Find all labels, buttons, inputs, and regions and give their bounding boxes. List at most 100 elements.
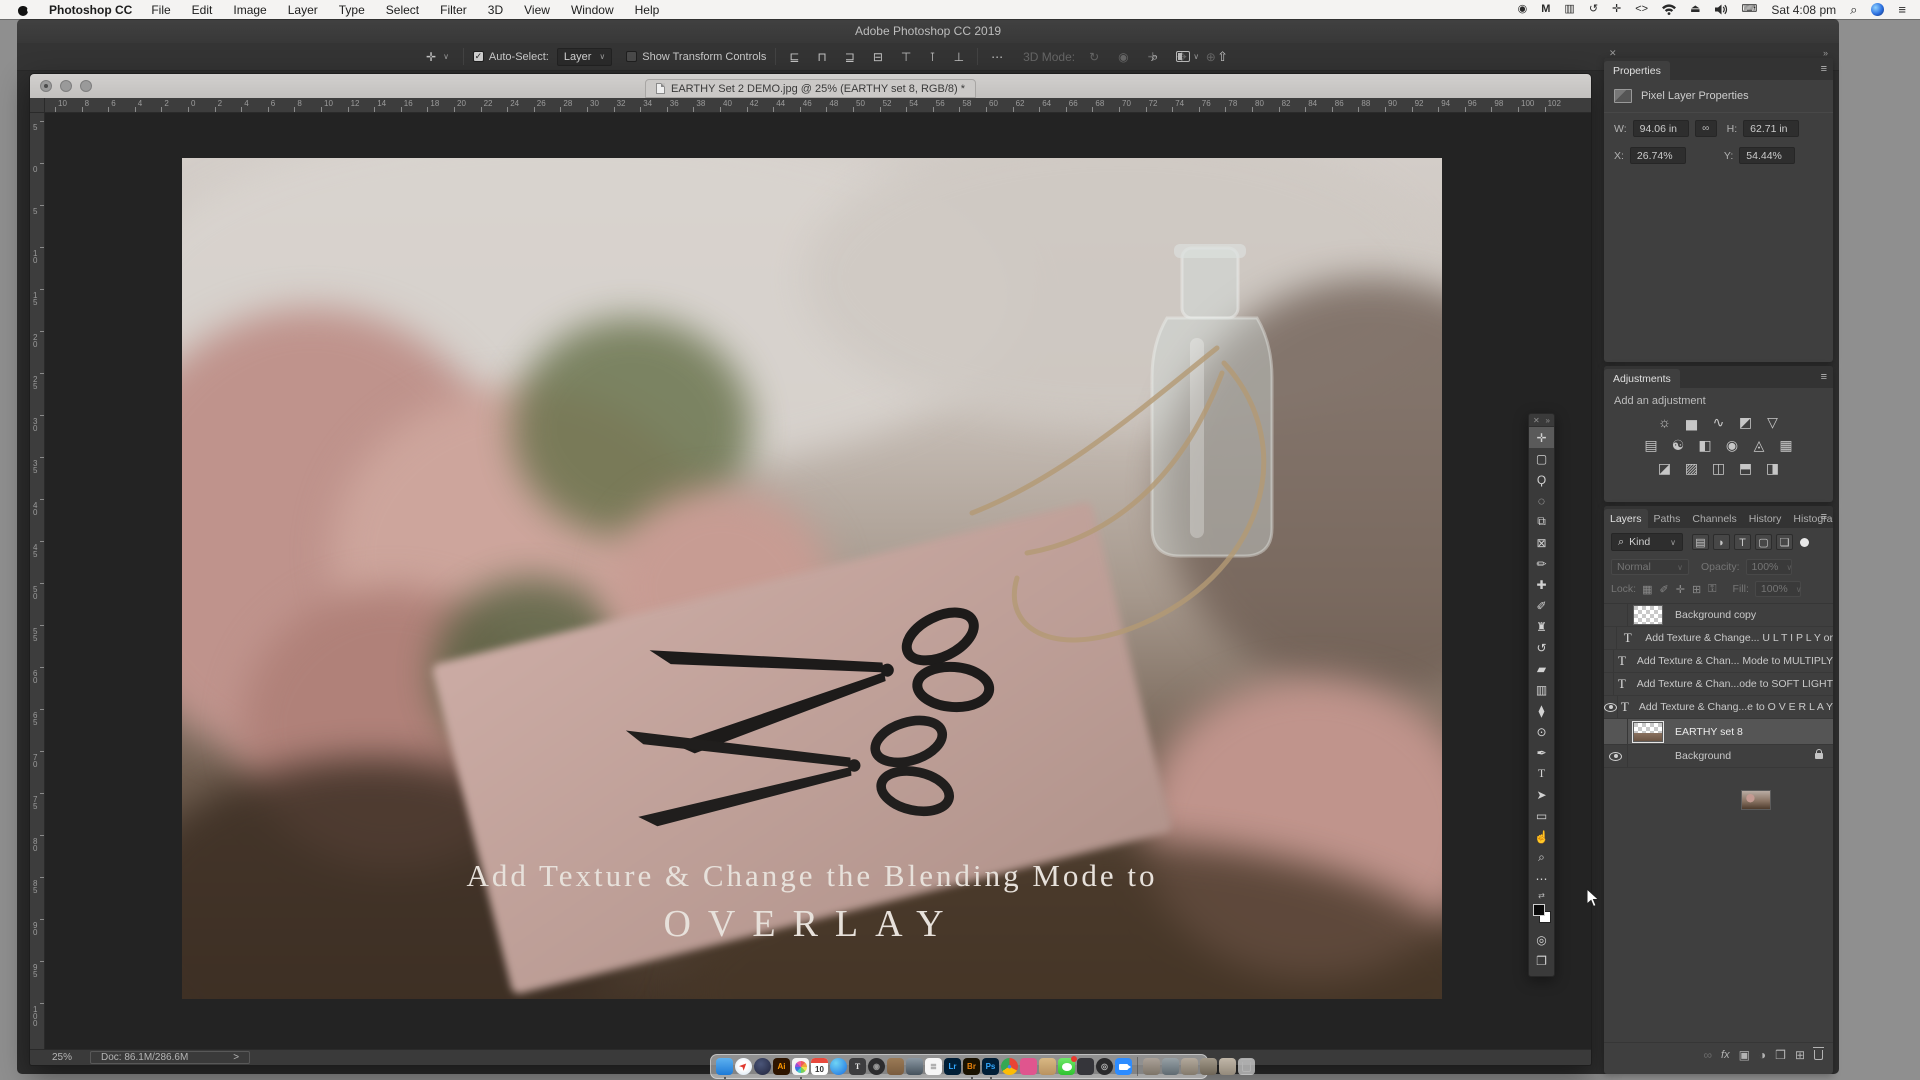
dock-trash[interactable]: [1238, 1058, 1255, 1075]
distribute-vertical-centers-icon[interactable]: ⊺: [925, 50, 939, 64]
tab-properties[interactable]: Properties: [1604, 61, 1670, 80]
color-lookup-icon[interactable]: ▦: [1777, 437, 1796, 454]
gradient-map-icon[interactable]: ⬒: [1736, 460, 1755, 477]
doc-size-box[interactable]: Doc: 86.1M/286.6M >: [90, 1051, 250, 1064]
visibility-toggle[interactable]: [1604, 604, 1628, 626]
layer-row[interactable]: Background: [1604, 745, 1833, 768]
screen-mode[interactable]: ❐: [1529, 950, 1554, 971]
hand-tool[interactable]: ☝: [1529, 826, 1554, 847]
menu-filter[interactable]: Filter: [440, 3, 467, 17]
menu-edit[interactable]: Edit: [192, 3, 213, 17]
visibility-toggle[interactable]: [1604, 627, 1617, 649]
dodge-tool[interactable]: ⊙: [1529, 721, 1554, 742]
canvas-pasteboard[interactable]: Add Texture & Change the Blending Mode t…: [45, 113, 1591, 1049]
layer-thumbnail[interactable]: T: [1617, 630, 1638, 646]
current-tool-chip[interactable]: ✛ ∨: [417, 48, 454, 66]
filter-kind-dropdown[interactable]: ⌕ Kind ∨: [1611, 533, 1683, 551]
document-tab[interactable]: EARTHY Set 2 DEMO.jpg @ 25% (EARTHY set …: [645, 79, 976, 98]
document-window[interactable]: EARTHY Set 2 DEMO.jpg @ 25% (EARTHY set …: [29, 73, 1592, 1066]
panel-close-icon[interactable]: ✕: [1609, 48, 1617, 59]
fill-dropdown[interactable]: 100% ∨: [1755, 581, 1801, 597]
minimize-window-button[interactable]: [60, 80, 72, 92]
delete-layer-icon[interactable]: [1814, 1050, 1823, 1060]
distribute-bottom-edges-icon[interactable]: ⊥: [950, 50, 968, 64]
dock-waves-image[interactable]: [906, 1058, 923, 1075]
tab-channels[interactable]: Channels: [1686, 509, 1742, 528]
threshold-icon[interactable]: ◫: [1709, 460, 1728, 477]
dock-bridge[interactable]: Br: [963, 1058, 980, 1075]
filter-adjustment-layers-icon[interactable]: ◗: [1713, 534, 1730, 550]
new-layer-icon[interactable]: ⊞: [1795, 1048, 1805, 1062]
menu-3d[interactable]: 3D: [488, 3, 503, 17]
dock-font-app[interactable]: T: [849, 1058, 866, 1075]
type-tool[interactable]: T: [1529, 763, 1554, 784]
layer-thumbnail[interactable]: T: [1614, 653, 1630, 669]
dock-pink-app[interactable]: [1020, 1058, 1037, 1075]
photo-filter-icon[interactable]: ◉: [1723, 437, 1742, 454]
visibility-toggle[interactable]: [1604, 673, 1614, 695]
y-field[interactable]: 54.44%: [1739, 147, 1795, 164]
lock-position-icon[interactable]: ✛: [1676, 583, 1685, 596]
zoom-window-button[interactable]: [80, 80, 92, 92]
volume-icon[interactable]: [1715, 4, 1728, 15]
new-group-icon[interactable]: ❒: [1775, 1048, 1786, 1062]
malwarebytes-icon[interactable]: M: [1541, 4, 1550, 15]
eraser-tool[interactable]: ▰: [1529, 658, 1554, 679]
lasso-tool[interactable]: Ϙ: [1529, 469, 1554, 490]
layer-thumbnail[interactable]: [1628, 605, 1668, 625]
crop-tool[interactable]: ⧉: [1529, 511, 1554, 532]
invert-icon[interactable]: ◪: [1655, 460, 1674, 477]
siri-icon[interactable]: [1871, 3, 1884, 16]
dock-finder[interactable]: [716, 1058, 733, 1075]
link-dimensions-icon[interactable]: ∞: [1695, 120, 1717, 137]
panel-menu-icon[interactable]: ≡: [1821, 63, 1827, 75]
filter-shape-layers-icon[interactable]: ▢: [1755, 534, 1772, 550]
hue-saturation-icon[interactable]: ▤: [1642, 437, 1661, 454]
opacity-dropdown[interactable]: 100% ∨: [1746, 559, 1792, 575]
canvas-image[interactable]: Add Texture & Change the Blending Mode t…: [182, 158, 1442, 999]
rectangle-tool[interactable]: ▭: [1529, 805, 1554, 826]
align-right-edges-icon[interactable]: ⊒: [841, 50, 859, 64]
dock-files-folder[interactable]: [1039, 1058, 1056, 1075]
layer-row[interactable]: EARTHY set 8: [1604, 719, 1833, 745]
lock-artboard-icon[interactable]: ⊞: [1692, 583, 1701, 596]
posterize-icon[interactable]: ▨: [1682, 460, 1701, 477]
auto-select-checkbox[interactable]: ✓: [473, 51, 484, 62]
photoshop-window-titlebar[interactable]: Adobe Photoshop CC 2019: [17, 19, 1839, 43]
dock-text-document[interactable]: ≣: [925, 1058, 942, 1075]
panel-menu-icon[interactable]: ≡: [1821, 511, 1827, 523]
layer-row[interactable]: TAdd Texture & Chang...e to O V E R L A …: [1604, 696, 1833, 719]
visibility-toggle[interactable]: [1604, 745, 1628, 767]
menu-photoshop-cc[interactable]: Photoshop CC: [49, 3, 132, 17]
tab-layers[interactable]: Layers: [1604, 509, 1648, 528]
visibility-toggle[interactable]: [1604, 696, 1618, 718]
dock-blue-sphere-app[interactable]: [830, 1058, 847, 1075]
dock-calendar[interactable]: 10: [811, 1058, 828, 1075]
dock-window-thumb-2[interactable]: [1162, 1058, 1179, 1075]
dock-messages[interactable]: [1058, 1058, 1075, 1075]
menu-layer[interactable]: Layer: [288, 3, 318, 17]
dock-folder-brown[interactable]: [887, 1058, 904, 1075]
lock-transparency-icon[interactable]: ▦: [1642, 583, 1652, 596]
brush-tool[interactable]: ✐: [1529, 595, 1554, 616]
align-vertical-centers-icon[interactable]: ⊟: [869, 50, 887, 64]
apple-menu-icon[interactable]: [18, 4, 30, 16]
collapse-panels-icon[interactable]: »: [1823, 48, 1828, 58]
dock-dark-app[interactable]: [1077, 1058, 1094, 1075]
notification-center-icon[interactable]: ≡: [1898, 3, 1906, 16]
filter-pixel-layers-icon[interactable]: ▤: [1692, 534, 1709, 550]
blend-mode-dropdown[interactable]: Normal ∨: [1611, 559, 1689, 575]
distribute-top-edges-icon[interactable]: ⊤: [897, 50, 915, 64]
input-source-icon[interactable]: ⌨: [1742, 4, 1758, 15]
tab-adjustments[interactable]: Adjustments: [1604, 369, 1680, 388]
more-options-icon[interactable]: ⋯: [987, 50, 1007, 64]
dock-safari[interactable]: ➤: [735, 1058, 752, 1075]
filter-smart-objects-icon[interactable]: ❏: [1776, 534, 1793, 550]
menu-window[interactable]: Window: [571, 3, 614, 17]
rectangular-marquee-tool[interactable]: ▢: [1529, 448, 1554, 469]
selective-color-icon[interactable]: ◨: [1763, 460, 1782, 477]
filter-toggle-icon[interactable]: [1800, 538, 1809, 547]
zoom-level[interactable]: 25%: [52, 1052, 72, 1063]
menu-view[interactable]: View: [524, 3, 550, 17]
show-transform-checkbox[interactable]: ✓: [626, 51, 637, 62]
